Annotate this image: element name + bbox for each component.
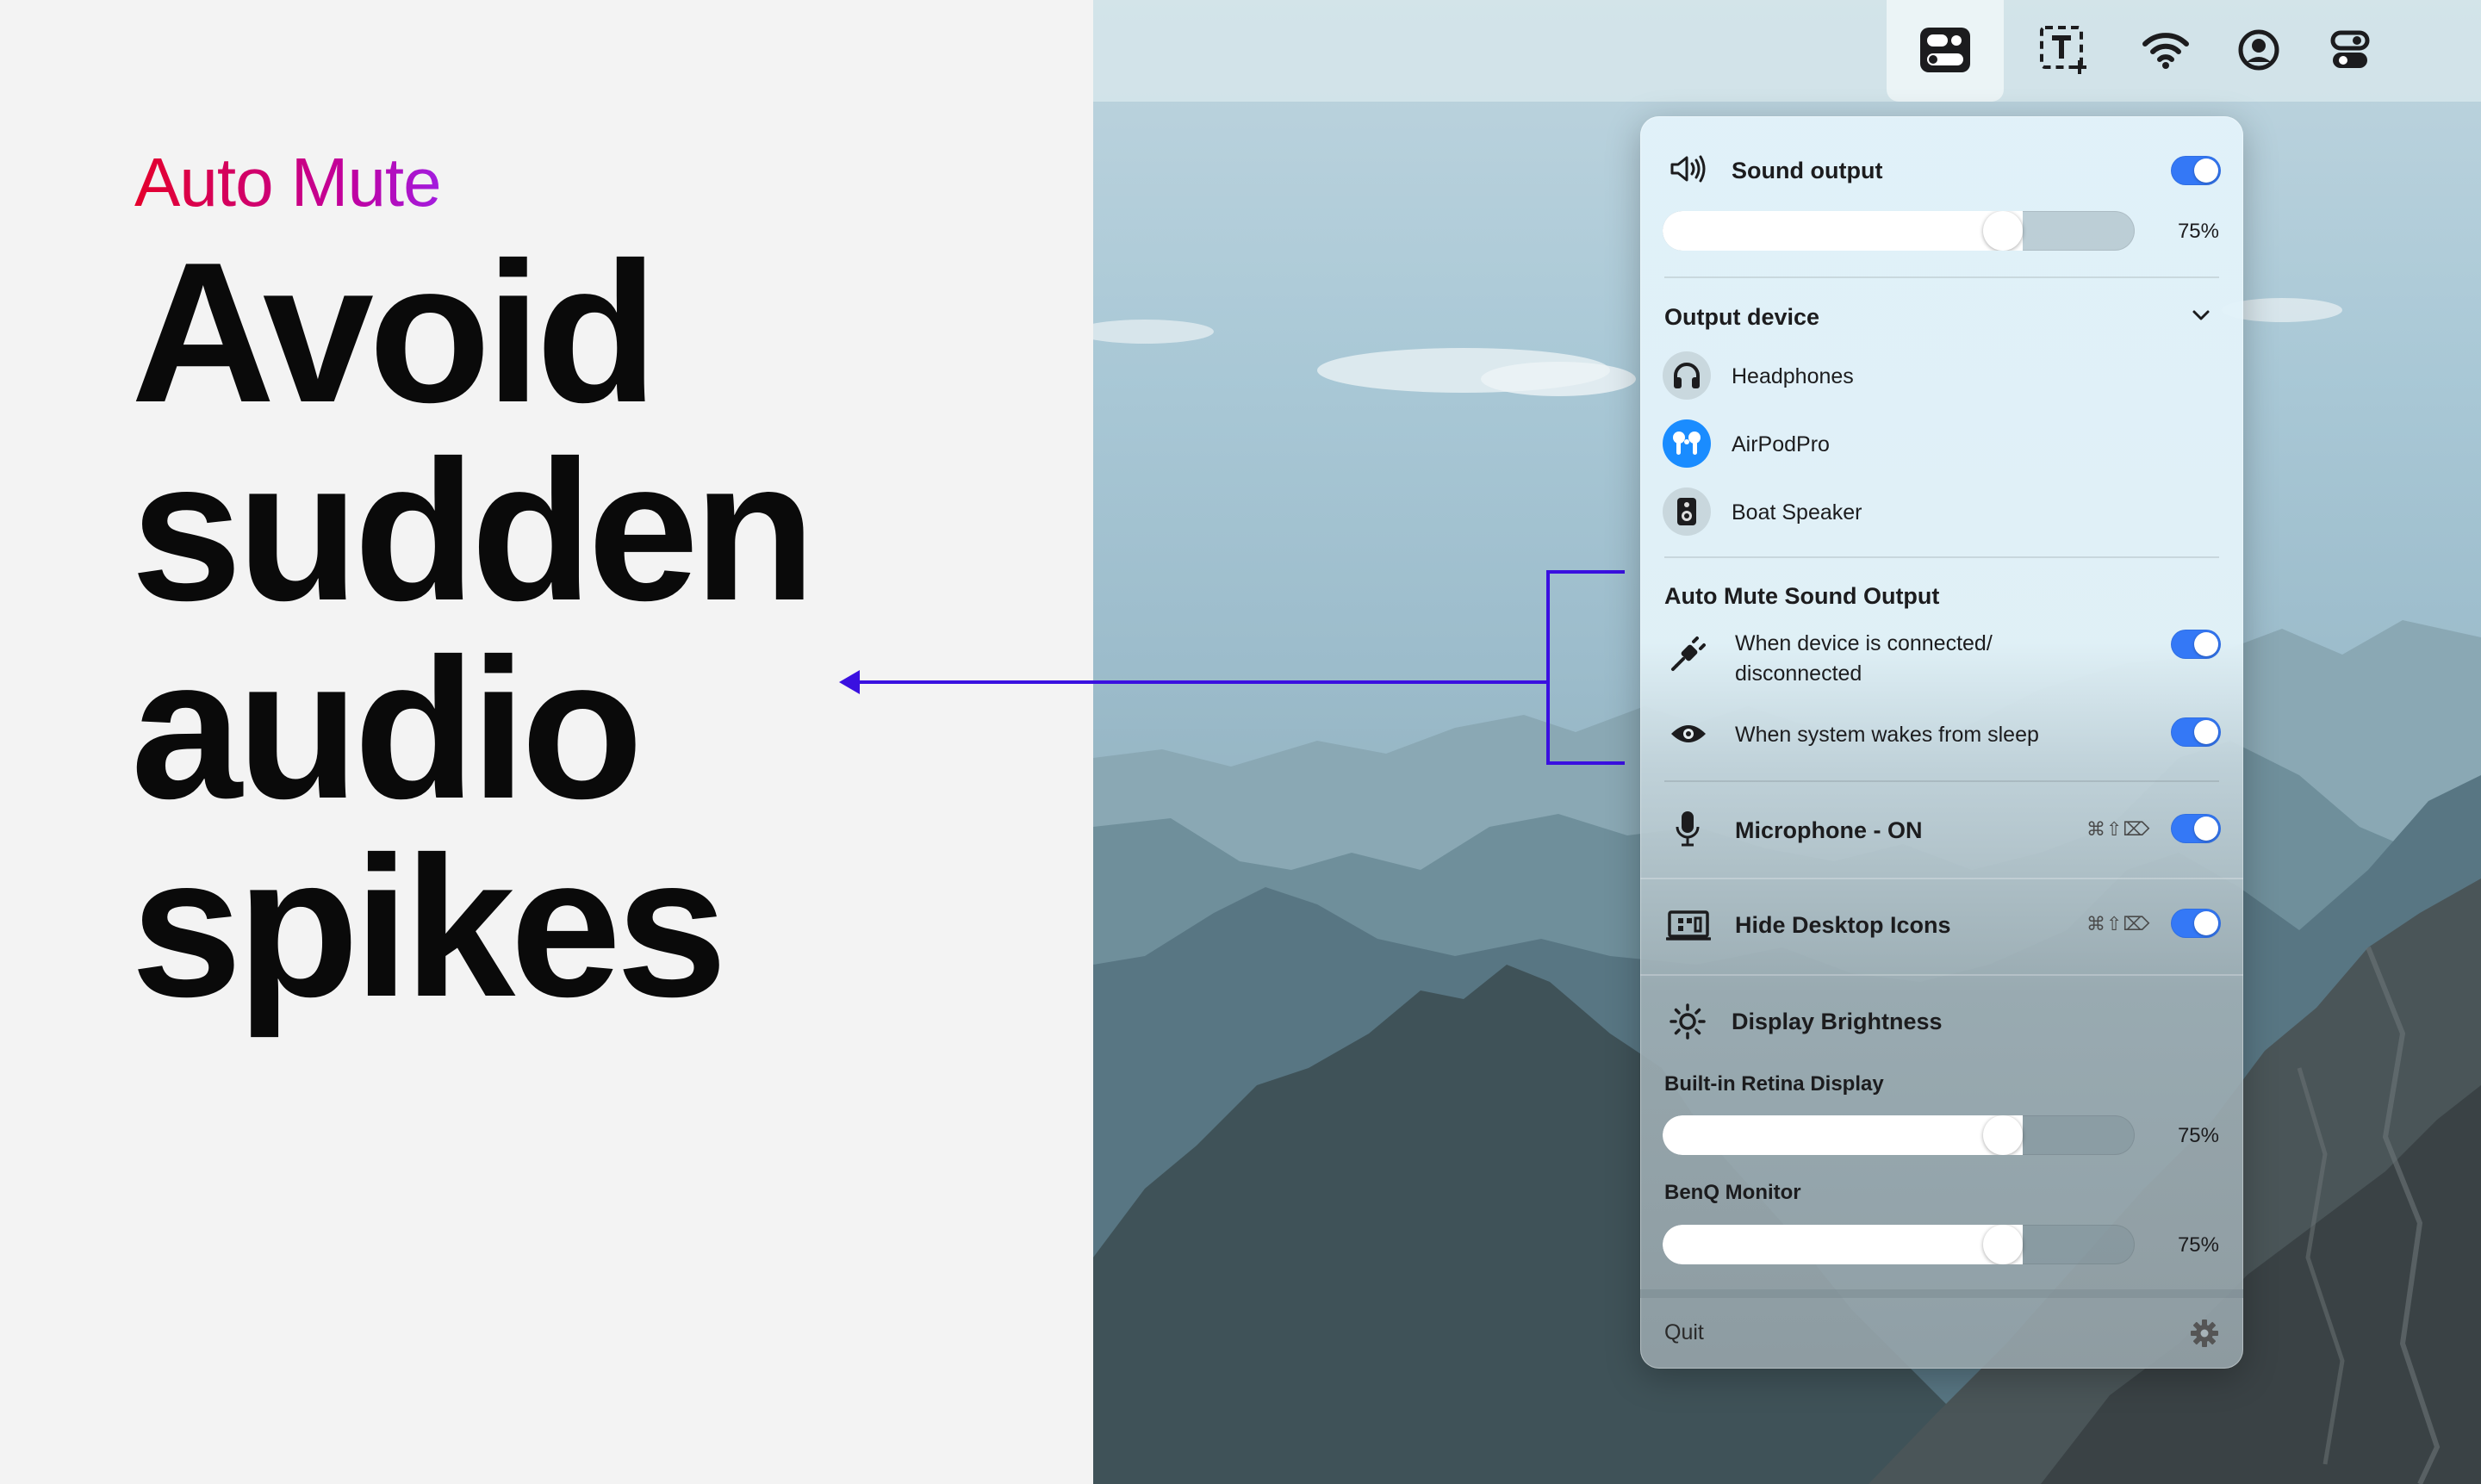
auto-mute-wake-toggle[interactable] bbox=[2171, 717, 2221, 747]
auto-mute-option-connect: When device is connected/ disconnected bbox=[1640, 624, 2243, 702]
sound-output-row: Sound output bbox=[1640, 149, 2243, 190]
auto-mute-option-label: disconnected bbox=[1735, 661, 1862, 686]
display-name: BenQ Monitor bbox=[1664, 1181, 1801, 1204]
speaker-icon bbox=[1670, 154, 1709, 188]
hide-desktop-shortcut: ⌘⇧⌦ bbox=[2086, 914, 2151, 935]
benq-brightness-fill bbox=[1663, 1225, 2023, 1264]
speaker-box-icon bbox=[1663, 487, 1711, 536]
benq-brightness-knob[interactable] bbox=[1983, 1225, 2023, 1264]
display-name: Built-in Retina Display bbox=[1664, 1072, 1884, 1096]
volume-percent: 75% bbox=[2177, 220, 2219, 243]
device-name: Boat Speaker bbox=[1732, 500, 1862, 525]
eye-icon bbox=[1670, 721, 1707, 751]
device-name: Headphones bbox=[1732, 364, 1854, 388]
device-item-headphones[interactable]: Headphones bbox=[1640, 349, 2243, 402]
retina-brightness-slider[interactable] bbox=[1663, 1115, 2135, 1155]
auto-mute-option-wake: When system wakes from sleep bbox=[1640, 711, 2243, 759]
retina-brightness-knob[interactable] bbox=[1983, 1115, 2023, 1155]
retina-brightness-fill bbox=[1663, 1115, 2023, 1155]
microphone-icon bbox=[1675, 810, 1701, 851]
auto-mute-option-label: When system wakes from sleep bbox=[1735, 723, 2039, 747]
microphone-title: Microphone - ON bbox=[1735, 817, 1923, 843]
auto-mute-connect-toggle[interactable] bbox=[2171, 630, 2221, 659]
sound-output-title: Sound output bbox=[1732, 158, 1883, 183]
plug-icon bbox=[1670, 635, 1707, 677]
device-item-boat-speaker[interactable]: Boat Speaker bbox=[1640, 485, 2243, 538]
hide-desktop-toggle[interactable] bbox=[2171, 909, 2221, 938]
chevron-down-icon[interactable] bbox=[2192, 306, 2211, 329]
divider bbox=[1664, 780, 2219, 782]
microphone-toggle[interactable] bbox=[2171, 814, 2221, 843]
volume-slider-fill bbox=[1663, 211, 2023, 251]
output-device-header[interactable]: Output device bbox=[1640, 299, 2243, 337]
volume-slider[interactable] bbox=[1663, 211, 2135, 251]
divider bbox=[1640, 974, 2243, 976]
microphone-shortcut: ⌘⇧⌦ bbox=[2086, 819, 2151, 841]
gear-icon[interactable] bbox=[2190, 1319, 2219, 1352]
auto-mute-option-label: When device is connected/ bbox=[1735, 631, 1993, 655]
microphone-row: Microphone - ON ⌘⇧⌦ bbox=[1640, 797, 2243, 862]
display-brightness-title: Display Brightness bbox=[1732, 1009, 1943, 1034]
device-item-airpodpro[interactable]: AirPodPro bbox=[1640, 417, 2243, 470]
hide-desktop-icons-title: Hide Desktop Icons bbox=[1735, 912, 1951, 938]
desktop-icon bbox=[1665, 910, 1712, 946]
quit-button[interactable]: Quit bbox=[1664, 1320, 1704, 1345]
auto-mute-title: Auto Mute Sound Output bbox=[1664, 583, 1940, 609]
divider bbox=[1664, 556, 2219, 558]
device-name: AirPodPro bbox=[1732, 432, 1830, 456]
footer-divider bbox=[1640, 1289, 2243, 1298]
brightness-sun-icon bbox=[1670, 1003, 1706, 1044]
output-device-title: Output device bbox=[1664, 304, 1820, 330]
sound-output-toggle[interactable] bbox=[2171, 156, 2221, 185]
control-panel-dropdown: Sound output 75% Output device Headphone… bbox=[1640, 116, 2243, 1369]
hide-desktop-icons-row: Hide Desktop Icons ⌘⇧⌦ bbox=[1640, 893, 2243, 959]
divider bbox=[1664, 276, 2219, 278]
benq-brightness-slider[interactable] bbox=[1663, 1225, 2135, 1264]
retina-brightness-percent: 75% bbox=[2177, 1124, 2219, 1147]
divider bbox=[1640, 878, 2243, 879]
airpods-icon bbox=[1663, 419, 1711, 468]
volume-slider-knob[interactable] bbox=[1983, 211, 2023, 251]
headphones-icon bbox=[1663, 351, 1711, 400]
display-brightness-row: Display Brightness bbox=[1640, 993, 2243, 1045]
panel-footer: Quit bbox=[1640, 1298, 2243, 1369]
benq-brightness-percent: 75% bbox=[2177, 1233, 2219, 1257]
